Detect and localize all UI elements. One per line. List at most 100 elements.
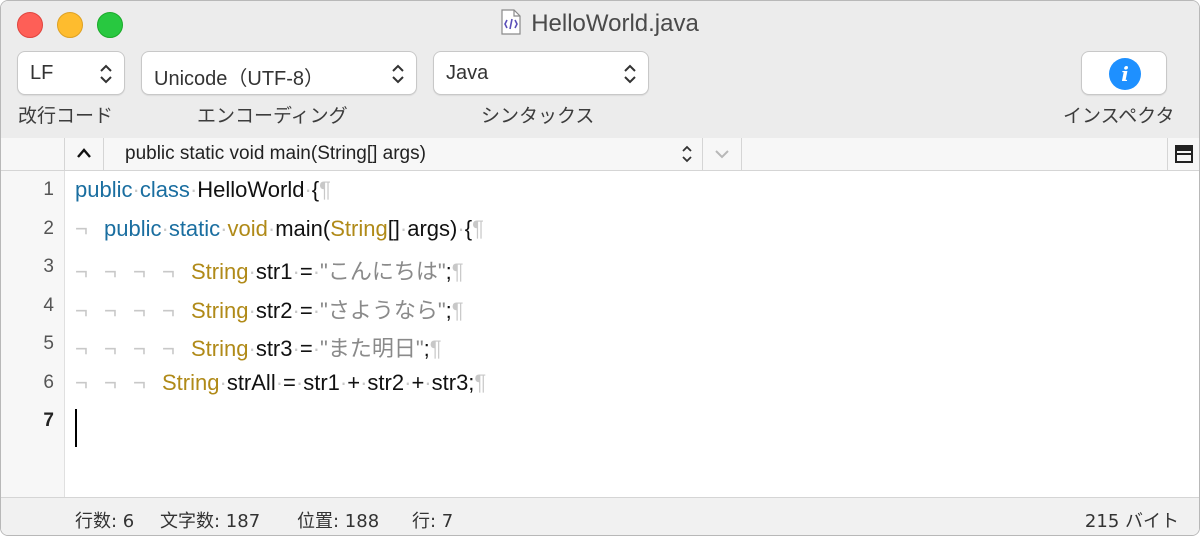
tab-invisible-mark: ¬ xyxy=(133,336,146,361)
space-invisible-mark: · xyxy=(312,336,321,361)
code-keyword: class xyxy=(139,177,190,202)
previous-outline-button[interactable] xyxy=(65,138,104,170)
code-line[interactable]: public·class·HelloWorld·{¶ xyxy=(75,177,331,215)
line-number: 7 xyxy=(43,410,54,431)
syntax-popup[interactable]: Java xyxy=(433,51,649,95)
updown-chevron-icon xyxy=(392,64,404,84)
inspector-button[interactable]: i xyxy=(1081,51,1167,95)
status-row: 行: 7 xyxy=(412,511,454,532)
code-line[interactable]: ¬ ¬ ¬ ¬ String·str2·=·"さようなら";¶ xyxy=(75,293,464,331)
code-text: + xyxy=(411,369,425,395)
code-text: HelloWorld xyxy=(197,177,305,202)
newline-invisible-mark: ¶ xyxy=(429,336,442,361)
code-text: { xyxy=(464,215,473,241)
code-text: = xyxy=(299,297,313,323)
code-text: = xyxy=(299,259,313,284)
tab-invisible-mark: ¬ xyxy=(104,336,117,361)
window-title: HelloWorld.java xyxy=(531,10,699,37)
java-file-icon xyxy=(501,9,521,35)
status-bar: 行数: 6 文字数: 187 位置: 188 行: 7 215 バイト xyxy=(1,497,1199,535)
code-line[interactable]: ¬ public·static·void·main(String[]·args)·… xyxy=(75,216,484,254)
tab-invisible-mark: ¬ xyxy=(133,259,146,284)
line-number-gutter: 1 2 3 4 5 6 7 xyxy=(1,171,65,497)
space-invisible-mark: · xyxy=(275,369,284,395)
updown-chevron-icon xyxy=(682,145,692,163)
line-ending-popup[interactable]: LF xyxy=(17,51,125,95)
tab-invisible-mark: ¬ xyxy=(104,259,117,284)
tab-invisible-mark: ¬ xyxy=(162,297,175,323)
updown-chevron-icon xyxy=(624,64,636,84)
info-icon: i xyxy=(1109,58,1141,90)
syntax-label: シンタックス xyxy=(481,105,595,127)
newline-invisible-mark: ¶ xyxy=(451,259,464,284)
newline-invisible-mark: ¶ xyxy=(472,215,484,241)
tab-invisible-mark: ¬ xyxy=(133,369,146,395)
line-ending-value: LF xyxy=(30,62,54,84)
code-text: = xyxy=(283,369,296,395)
line-ending-label: 改行コード xyxy=(18,105,114,127)
tab-invisible-mark: ¬ xyxy=(75,215,88,241)
tab-invisible-mark: ¬ xyxy=(162,259,175,284)
inspector-label: インスペクタ xyxy=(1063,105,1175,127)
line-number: 3 xyxy=(43,256,54,277)
line-number: 6 xyxy=(43,371,54,393)
updown-chevron-icon xyxy=(100,64,112,84)
code-keyword: public xyxy=(104,215,162,241)
space-invisible-mark: · xyxy=(292,336,300,361)
split-editor-button[interactable] xyxy=(1167,138,1199,170)
editor-window: HelloWorld.java LF 改行コード Unicode（UTF-8） … xyxy=(0,0,1200,536)
code-type: void xyxy=(227,215,268,241)
code-text: str2 xyxy=(255,297,293,323)
code-text: main( xyxy=(275,215,331,241)
line-number: 4 xyxy=(43,294,54,316)
newline-invisible-mark: ¶ xyxy=(319,177,331,202)
tab-invisible-mark: ¬ xyxy=(75,297,88,323)
outline-menu-value: public static void main(String[] args) xyxy=(125,143,426,164)
line-number: 5 xyxy=(43,333,54,354)
space-invisible-mark: · xyxy=(304,177,312,202)
tab-invisible-mark: ¬ xyxy=(133,297,146,323)
tab-invisible-mark: ¬ xyxy=(104,369,117,395)
code-text: strAll xyxy=(226,369,276,395)
chevron-down-icon xyxy=(715,150,729,159)
code-text: str2 xyxy=(367,369,405,395)
newline-invisible-mark: ¶ xyxy=(474,369,487,395)
status-char-count: 文字数: 187 xyxy=(160,511,261,532)
text-editor[interactable]: 1234567 public·class·HelloWorld·{¶ ¬ publi… xyxy=(1,171,1199,497)
space-invisible-mark: · xyxy=(312,297,321,323)
code-keyword: public xyxy=(75,177,133,202)
newline-invisible-mark: ¶ xyxy=(451,297,464,323)
code-line[interactable]: ¬ ¬ ¬ ¬ String·str3·=·"また明日";¶ xyxy=(75,331,442,369)
syntax-value: Java xyxy=(446,62,489,84)
code-text: + xyxy=(347,369,361,395)
space-invisible-mark: · xyxy=(457,215,465,241)
text-caret xyxy=(75,409,77,447)
code-type: String xyxy=(191,297,249,323)
code-text: [] xyxy=(387,215,400,241)
outline-menu[interactable]: public static void main(String[] args) xyxy=(104,138,703,170)
status-position: 位置: 188 xyxy=(297,511,380,532)
space-invisible-mark: · xyxy=(292,297,300,323)
code-type: String xyxy=(162,369,220,395)
code-text: str1 xyxy=(303,369,340,395)
line-number: 2 xyxy=(43,217,54,239)
code-line[interactable]: ¬ ¬ ¬ String·strAll·=·str1·+·str2·+·str3;¶ xyxy=(75,370,486,408)
space-invisible-mark: · xyxy=(220,215,228,241)
space-invisible-mark: · xyxy=(292,259,300,284)
space-invisible-mark: · xyxy=(312,259,321,284)
code-text: str3 xyxy=(255,336,293,361)
code-text: str3; xyxy=(431,369,475,395)
space-invisible-mark: · xyxy=(248,336,256,361)
navbar-gutter-spacer xyxy=(1,138,65,170)
window-title-area: HelloWorld.java xyxy=(1,9,1199,38)
chevron-up-icon xyxy=(77,148,91,158)
space-invisible-mark: · xyxy=(248,297,256,323)
encoding-value: Unicode（UTF-8） xyxy=(154,68,325,90)
code-line[interactable]: ¬ ¬ ¬ ¬ String·str1·=·"こんにちは";¶ xyxy=(75,254,464,292)
split-view-icon xyxy=(1175,145,1193,163)
next-outline-button[interactable] xyxy=(703,138,742,170)
encoding-popup[interactable]: Unicode（UTF-8） xyxy=(141,51,417,95)
code-text: = xyxy=(299,336,313,361)
encoding-label: エンコーディング xyxy=(197,105,348,127)
code-text: str1 xyxy=(255,259,293,284)
